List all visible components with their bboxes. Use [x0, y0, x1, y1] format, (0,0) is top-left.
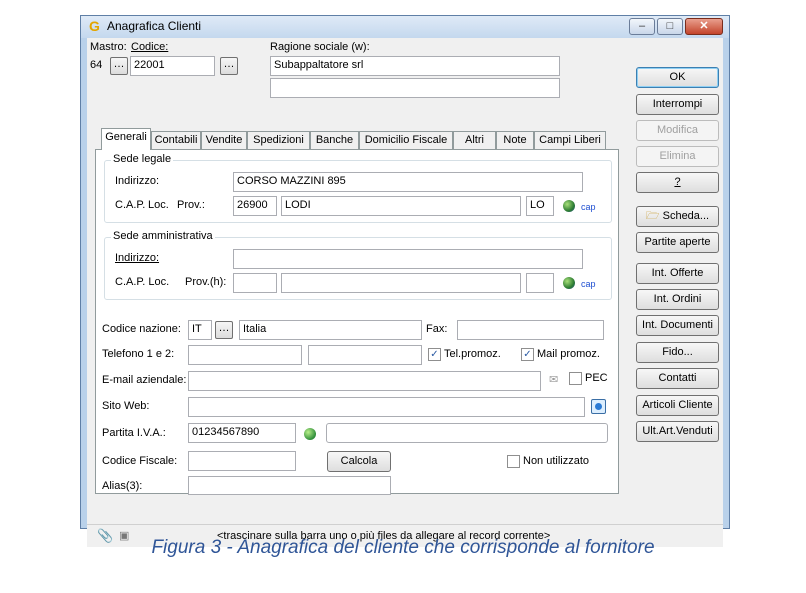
close-button[interactable]: ✕ [685, 18, 723, 35]
email-label: E-mail aziendale: [102, 374, 187, 386]
sede-legale-title: Sede legale [111, 153, 174, 165]
indirizzo-amm-label: Indirizzo: [115, 252, 160, 264]
app-icon: G [89, 18, 100, 34]
nazione-name-input[interactable]: Italia [239, 320, 422, 340]
int-documenti-button[interactable]: Int. Documenti [636, 315, 719, 336]
envelope-icon[interactable]: ✉ [549, 373, 558, 386]
prov-amm-label: Prov.(h): [185, 276, 227, 288]
customer-window: G Anagrafica Clienti – □ ✕ Mastro: Codic… [80, 15, 730, 547]
articoli-cliente-button[interactable]: Articoli Cliente [636, 395, 719, 416]
mastro-value: 64 [90, 59, 103, 71]
scheda-label: Scheda... [662, 210, 710, 222]
alias-label: Alias(3): [102, 480, 143, 492]
loc-label: Loc. [148, 199, 169, 211]
codice-fiscale-label: Codice Fiscale: [102, 455, 178, 467]
ragione-sociale-label: Ragione sociale (w): [270, 41, 370, 53]
folder-icon: 🗁 [645, 210, 660, 222]
globe-icon[interactable] [563, 200, 575, 212]
nazione-lookup-button[interactable]: … [215, 321, 233, 339]
calcola-button[interactable]: Calcola [327, 451, 391, 472]
pec-checkbox[interactable] [569, 372, 582, 385]
non-utilizzato-checkbox[interactable] [507, 455, 520, 468]
tab-panel-generali: Sede legale Indirizzo: CORSO MAZZINI 895… [95, 149, 619, 495]
email-input[interactable] [188, 371, 541, 391]
pec-label: PEC [585, 372, 608, 384]
mastro-label: Mastro: [90, 41, 127, 53]
indirizzo-input[interactable]: CORSO MAZZINI 895 [233, 172, 583, 192]
minimize-button[interactable]: – [629, 18, 655, 35]
ult-art-venduti-button[interactable]: Ult.Art.Venduti [636, 421, 719, 442]
cap-label: C.A.P. [115, 199, 146, 211]
telefono-label: Telefono 1 e 2: [102, 348, 175, 360]
cap-amm-link[interactable]: cap [581, 279, 596, 289]
globe-icon[interactable] [563, 277, 575, 289]
tab-spedizioni[interactable]: Spedizioni [247, 131, 310, 149]
fido-button[interactable]: Fido... [636, 342, 719, 363]
non-utilizzato-label: Non utilizzato [523, 455, 590, 467]
window-title: Anagrafica Clienti [107, 19, 202, 33]
sede-amministrativa-group: Sede amministrativa Indirizzo: C.A.P. Lo… [104, 230, 612, 300]
tab-banche[interactable]: Banche [310, 131, 359, 149]
partite-aperte-button[interactable]: Partite aperte [636, 232, 719, 253]
vat-result-field [326, 423, 608, 443]
codice-input[interactable]: 22001 [130, 56, 215, 76]
cap-amm-input[interactable] [233, 273, 277, 293]
window-client: Mastro: Codice: Ragione sociale (w): 64 … [87, 38, 723, 547]
prov-label: Prov.: [177, 199, 205, 211]
vat-check-icon[interactable] [304, 428, 316, 440]
tab-vendite[interactable]: Vendite [201, 131, 247, 149]
provincia-amm-input[interactable] [526, 273, 554, 293]
localita-amm-input[interactable] [281, 273, 521, 293]
indirizzo-amm-input[interactable] [233, 249, 583, 269]
contatti-button[interactable]: Contatti [636, 368, 719, 389]
modifica-button[interactable]: Modifica [636, 120, 719, 141]
codice-label: Codice: [131, 41, 169, 53]
mastro-lookup-button[interactable]: … [110, 57, 128, 75]
mail-promoz-checkbox[interactable]: ✓ [521, 348, 534, 361]
fax-label: Fax: [426, 323, 448, 335]
cap-loc-amm-label: C.A.P. Loc. [115, 276, 170, 288]
indirizzo-label: Indirizzo: [115, 175, 160, 187]
tab-domicilio-fiscale[interactable]: Domicilio Fiscale [359, 131, 453, 149]
sede-legale-group: Sede legale Indirizzo: CORSO MAZZINI 895… [104, 153, 612, 223]
int-ordini-button[interactable]: Int. Ordini [636, 289, 719, 310]
sito-web-label: Sito Web: [102, 400, 150, 412]
cap-input[interactable]: 26900 [233, 196, 277, 216]
tab-campi-liberi[interactable]: Campi Liberi [534, 131, 606, 149]
ragione-sociale-input[interactable]: Subappaltatore srl [270, 56, 560, 76]
codice-lookup-button[interactable]: … [220, 57, 238, 75]
tel-promoz-label: Tel.promoz. [444, 348, 501, 360]
elimina-button[interactable]: Elimina [636, 146, 719, 167]
alias-input[interactable] [188, 476, 391, 495]
codice-fiscale-input[interactable] [188, 451, 296, 471]
web-link-icon[interactable] [591, 399, 606, 414]
partita-iva-label: Partita I.V.A.: [102, 427, 166, 439]
title-bar: G Anagrafica Clienti – □ ✕ [81, 16, 729, 38]
figure-caption: Figura 3 - Anagrafica del cliente che co… [151, 537, 655, 558]
localita-input[interactable]: LODI [281, 196, 521, 216]
tel-promoz-checkbox[interactable]: ✓ [428, 348, 441, 361]
int-offerte-button[interactable]: Int. Offerte [636, 263, 719, 284]
partita-iva-input[interactable]: 01234567890 [188, 423, 296, 443]
mail-promoz-label: Mail promoz. [537, 348, 600, 360]
sede-amministrativa-title: Sede amministrativa [111, 230, 215, 242]
codice-nazione-label: Codice nazione: [102, 323, 181, 335]
telefono-1-input[interactable] [188, 345, 302, 365]
maximize-button[interactable]: □ [657, 18, 683, 35]
interrompi-button[interactable]: Interrompi [636, 94, 719, 115]
provincia-input[interactable]: LO [526, 196, 554, 216]
tab-note[interactable]: Note [496, 131, 534, 149]
fax-input[interactable] [457, 320, 604, 340]
cap-link[interactable]: cap [581, 202, 596, 212]
telefono-2-input[interactable] [308, 345, 422, 365]
ragione-sociale-input-2[interactable] [270, 78, 560, 98]
tab-generali[interactable]: Generali [101, 128, 151, 150]
scheda-button[interactable]: 🗁 Scheda... [636, 206, 719, 227]
sito-web-input[interactable] [188, 397, 585, 417]
tab-contabili[interactable]: Contabili [151, 131, 201, 149]
codice-nazione-input[interactable]: IT [188, 320, 212, 340]
ok-button[interactable]: OK [636, 67, 719, 88]
tab-altri[interactable]: Altri [453, 131, 496, 149]
help-button[interactable]: ? [636, 172, 719, 193]
